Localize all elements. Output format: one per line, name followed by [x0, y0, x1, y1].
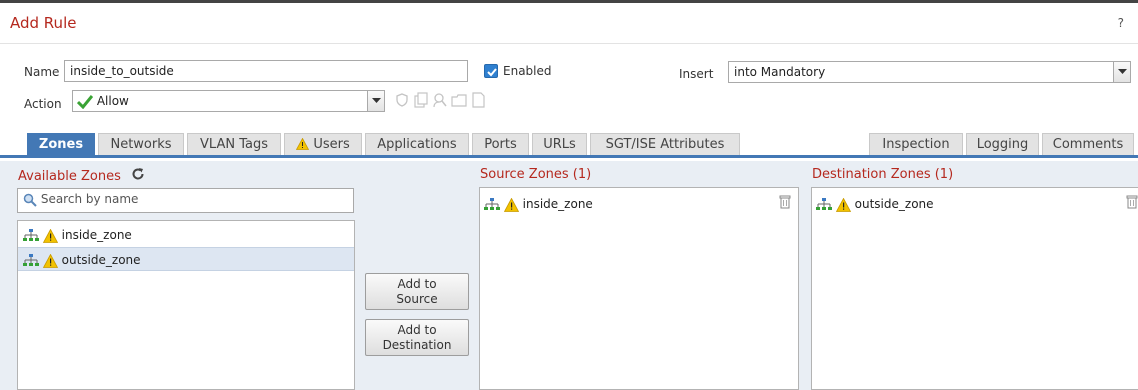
tab-inspection[interactable]: Inspection [869, 133, 963, 155]
search-placeholder: Search by name [40, 192, 139, 206]
tab-zones[interactable]: Zones [27, 133, 95, 155]
button-label-line-1: Add to [397, 323, 437, 337]
list-item[interactable]: inside_zone [18, 223, 354, 247]
tab-applications[interactable]: Applications [365, 133, 469, 155]
allow-check-icon [77, 94, 93, 109]
button-label-line-2: Source [396, 292, 438, 306]
network-zone-icon [23, 253, 39, 266]
insert-select-value: into Mandatory [734, 65, 826, 79]
tab-logging[interactable]: Logging [966, 133, 1039, 155]
chevron-down-icon [1113, 62, 1130, 82]
tab-vlan-tags[interactable]: VLAN Tags [187, 133, 281, 155]
zone-name: outside_zone [61, 253, 141, 267]
tab-sgt-ise-attributes[interactable]: SGT/ISE Attributes [590, 133, 740, 155]
action-select-value: Allow [96, 94, 129, 108]
list-item[interactable]: inside_zone [480, 192, 780, 216]
name-input[interactable]: inside_to_outside [64, 60, 468, 82]
warning-icon [503, 197, 519, 212]
zone-name: inside_zone [522, 197, 593, 211]
search-icon [23, 193, 37, 207]
intrusion-policy-icon[interactable] [394, 92, 410, 108]
available-zones-title: Available Zones [18, 169, 121, 184]
tab-users[interactable]: Users [284, 133, 362, 155]
chevron-down-icon [367, 91, 384, 111]
zone-name: inside_zone [61, 228, 132, 242]
tab-strip: Zones Networks VLAN Tags Users Applicati… [0, 133, 1138, 158]
tab-comments[interactable]: Comments [1042, 133, 1134, 155]
document-icon[interactable] [470, 92, 486, 108]
refresh-icon[interactable] [131, 167, 145, 181]
tab-users-label: Users [313, 137, 350, 152]
button-label-line-1: Add to [397, 277, 437, 291]
title-divider [0, 43, 1138, 44]
folder-icon[interactable] [451, 92, 467, 108]
add-to-source-button[interactable]: Add to Source [365, 273, 469, 310]
destination-zones-list: outside_zone [811, 187, 1138, 390]
network-zone-icon [484, 197, 500, 210]
enabled-checkbox[interactable] [484, 64, 498, 78]
available-zones-list: inside_zone outside_zone [17, 220, 355, 390]
warning-icon [42, 228, 58, 243]
window-top-border [0, 0, 1138, 3]
network-zone-icon [23, 228, 39, 241]
insert-select[interactable]: into Mandatory [728, 61, 1131, 83]
dialog-title: Add Rule [10, 14, 77, 32]
destination-zones-header: Destination Zones (1) [812, 167, 954, 182]
trash-icon[interactable] [779, 195, 791, 209]
insert-label: Insert [679, 67, 714, 81]
list-item[interactable]: outside_zone [812, 192, 1112, 216]
warning-icon [296, 138, 310, 150]
tab-ports[interactable]: Ports [472, 133, 529, 155]
search-input[interactable]: Search by name [17, 188, 354, 213]
source-zones-header: Source Zones (1) [480, 167, 592, 182]
network-zone-icon [816, 197, 832, 210]
action-select[interactable]: Allow [72, 90, 385, 112]
zone-name: outside_zone [854, 197, 934, 211]
tab-urls[interactable]: URLs [532, 133, 587, 155]
tab-networks[interactable]: Networks [98, 133, 184, 155]
enabled-label: Enabled [503, 64, 552, 78]
file-policy-icon[interactable] [413, 92, 429, 108]
available-zones-header: Available Zones [18, 167, 145, 184]
help-icon[interactable]: ? [1118, 16, 1124, 30]
add-to-destination-button[interactable]: Add to Destination [365, 319, 469, 356]
warning-icon [42, 253, 58, 268]
source-zones-list: inside_zone [479, 187, 799, 390]
button-label-line-2: Destination [382, 338, 452, 352]
list-item[interactable]: outside_zone [18, 247, 354, 271]
checkmark-icon [487, 68, 497, 77]
action-icon-bar [394, 92, 486, 108]
action-label: Action [24, 97, 62, 111]
name-label: Name [24, 65, 60, 79]
identity-icon[interactable] [432, 92, 448, 108]
warning-icon [835, 197, 851, 212]
trash-icon[interactable] [1126, 195, 1138, 209]
